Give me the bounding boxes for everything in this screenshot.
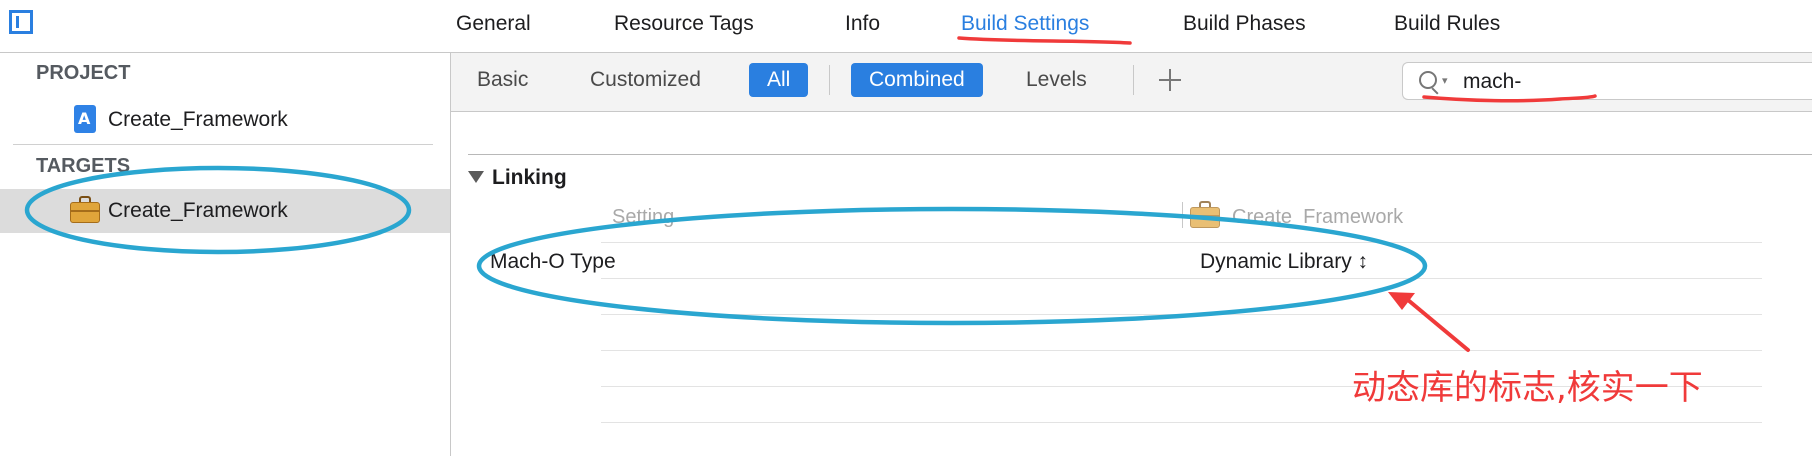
tab-resource-tags[interactable]: Resource Tags: [614, 8, 754, 40]
column-divider: [1182, 202, 1183, 228]
row-divider: [601, 422, 1762, 423]
column-header-setting[interactable]: Setting: [612, 206, 674, 229]
top-tab-bar: General Resource Tags Info Build Setting…: [0, 0, 1812, 53]
search-input[interactable]: [1461, 67, 1805, 97]
filter-all[interactable]: All: [749, 63, 809, 97]
column-header-target[interactable]: Create_Framework: [1232, 206, 1403, 229]
filter-levels[interactable]: Levels: [1021, 63, 1092, 97]
setting-value-popup[interactable]: Dynamic Library ↕: [1200, 250, 1368, 274]
tab-build-rules[interactable]: Build Rules: [1394, 8, 1500, 40]
framework-target-icon: [1190, 201, 1220, 229]
tab-build-settings[interactable]: Build Settings: [961, 8, 1089, 40]
red-arrow-head-icon: [1388, 292, 1415, 310]
tab-info[interactable]: Info: [845, 8, 880, 40]
filter-divider: [829, 65, 830, 95]
chevron-down-icon[interactable]: ▾: [1442, 74, 1448, 87]
disclosure-triangle-icon[interactable]: [468, 171, 484, 183]
add-setting-plus-icon[interactable]: [1159, 69, 1181, 91]
filter-basic[interactable]: Basic: [472, 63, 533, 97]
tab-build-phases[interactable]: Build Phases: [1183, 8, 1306, 40]
framework-target-icon: [70, 196, 100, 224]
row-divider: [601, 350, 1762, 351]
search-icon[interactable]: [1419, 71, 1437, 89]
filter-divider: [1133, 65, 1134, 95]
sidebar-item-project[interactable]: Create_Framework: [108, 108, 288, 132]
table-top-rule: [468, 154, 1812, 155]
row-divider: [601, 242, 1762, 243]
sidebar-item-target[interactable]: Create_Framework: [108, 199, 288, 223]
tab-general[interactable]: General: [456, 8, 531, 40]
setting-name-mach-o-type[interactable]: Mach-O Type: [490, 250, 616, 274]
navigator-toggle-icon[interactable]: [9, 10, 33, 34]
build-settings-filter-bar: Basic Customized All Combined Levels ▾: [451, 53, 1812, 112]
sidebar-divider: [13, 144, 433, 145]
annotation-note: 动态库的标志,核实一下: [1352, 368, 1703, 408]
targets-section-header: TARGETS: [36, 155, 131, 177]
section-title-linking[interactable]: Linking: [492, 166, 567, 190]
row-divider: [601, 278, 1762, 279]
project-section-header: PROJECT: [36, 62, 131, 84]
filter-customized[interactable]: Customized: [585, 63, 706, 97]
row-divider: [601, 314, 1762, 315]
search-field[interactable]: ▾: [1402, 62, 1812, 100]
red-arrow-shaft: [1406, 298, 1470, 352]
filter-combined[interactable]: Combined: [851, 63, 983, 97]
